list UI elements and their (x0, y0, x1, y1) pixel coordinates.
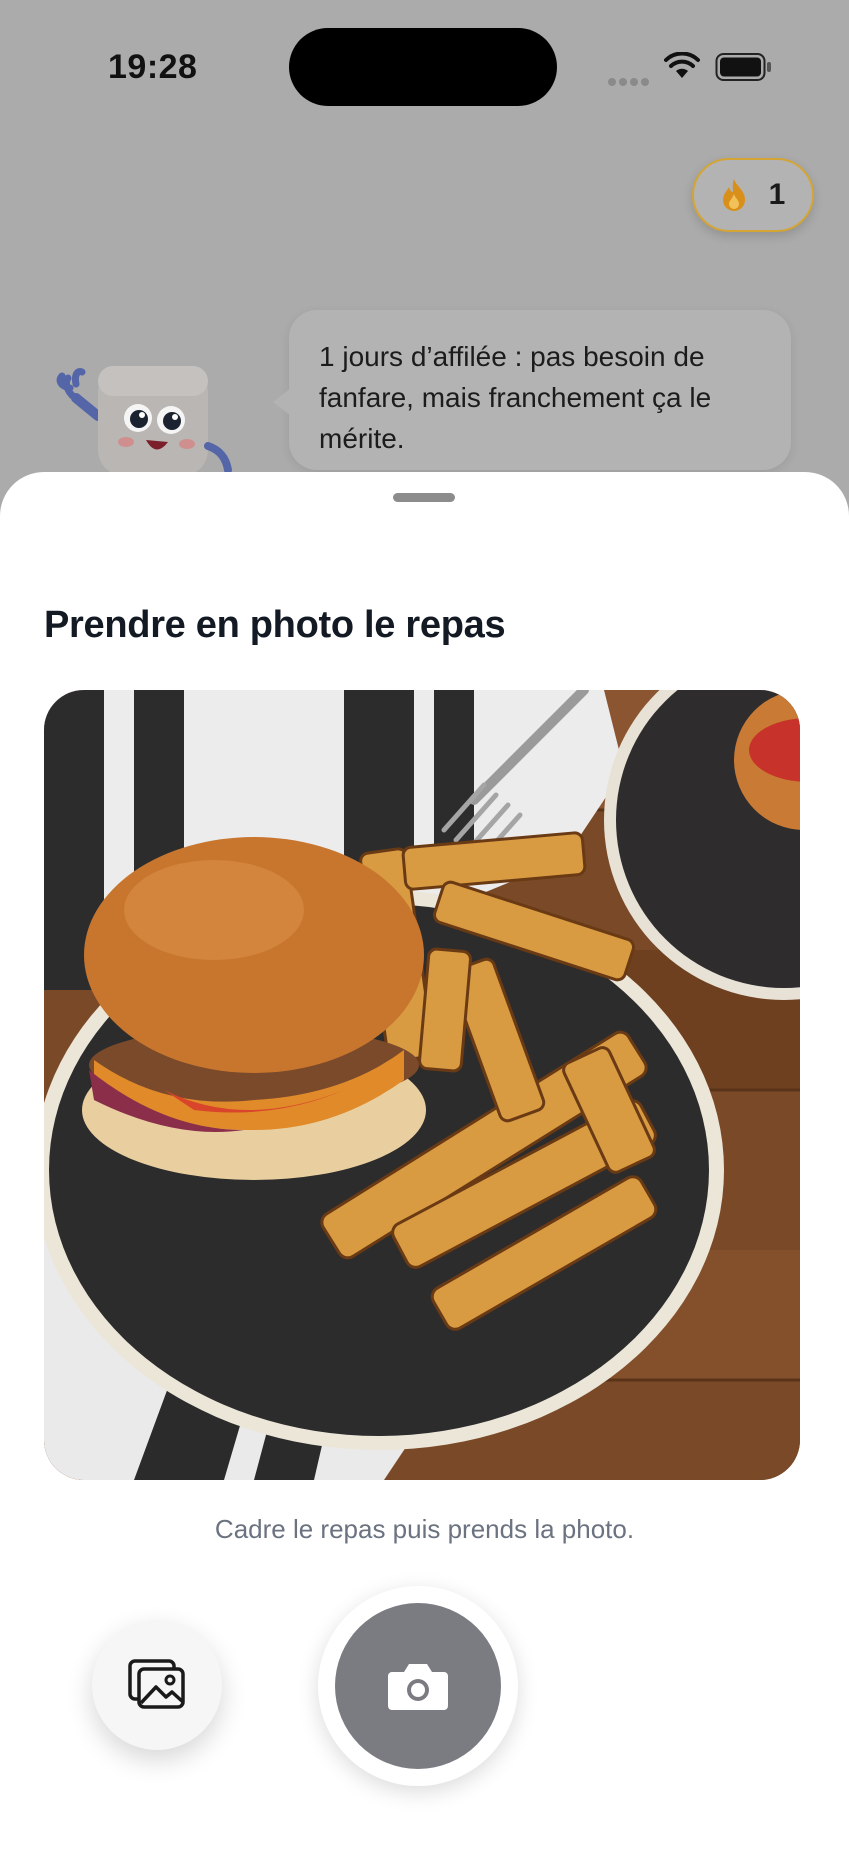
gallery-button[interactable] (92, 1620, 222, 1750)
flame-icon (722, 179, 745, 211)
streak-count: 1 (768, 178, 786, 211)
battery-icon (715, 53, 771, 81)
photo-gallery-icon (128, 1659, 185, 1709)
camera-preview (44, 690, 800, 1480)
speech-bubble-text: 1 jours d’affilée : pas besoin de fanfar… (319, 341, 712, 454)
shutter-ring (318, 1586, 518, 1786)
status-time: 19:28 (108, 48, 198, 86)
marshmallow-mascot (56, 366, 232, 472)
wifi-icon (664, 52, 700, 78)
sheet-title: Prendre en photo le repas (44, 604, 506, 646)
meal-photo (44, 690, 800, 1480)
streak-badge[interactable]: 1 (692, 158, 814, 232)
cellular-signal-icon (608, 73, 652, 91)
speech-bubble: 1 jours d’affilée : pas besoin de fanfar… (273, 310, 791, 470)
shutter-button[interactable] (335, 1603, 501, 1769)
photo-sheet: Prendre en photo le repas Cadre le repas… (0, 472, 849, 1851)
framing-hint: Cadre le repas puis prends la photo. (214, 1514, 635, 1544)
dynamic-island (289, 28, 557, 106)
camera-icon (388, 1664, 448, 1710)
sheet-grabber[interactable] (393, 493, 455, 502)
